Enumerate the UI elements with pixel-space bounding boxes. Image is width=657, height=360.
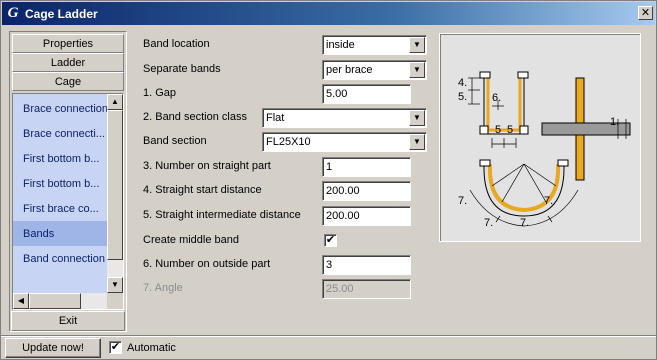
straight-intermediate-label: 5. Straight intermediate distance: [143, 209, 301, 221]
list-item-band-connection[interactable]: Band connection: [13, 246, 107, 271]
create-middle-band-label: Create middle band: [143, 234, 240, 246]
dimension-label-6: 6.: [492, 92, 501, 104]
dimension-label-4: 4.: [458, 77, 467, 89]
horizontal-scroll-thumb[interactable]: [29, 293, 81, 309]
separate-bands-label: Separate bands: [143, 63, 221, 75]
band-location-label: Band location: [143, 38, 210, 50]
cage-ladder-dialog: G Cage Ladder ✕ Properties Ladder Cage B…: [0, 0, 657, 360]
dimension-label-1: 1.: [610, 116, 619, 128]
footer-separator: [1, 335, 656, 337]
vertical-scrollbar[interactable]: ▲ ▼: [107, 94, 123, 293]
chevron-down-icon[interactable]: ▼: [409, 134, 425, 150]
scroll-left-icon[interactable]: ◀: [13, 293, 29, 309]
dimension-label-5b: 5: [495, 124, 501, 136]
dimension-label-5c: 5: [507, 124, 513, 136]
list-item-bands[interactable]: Bands: [13, 221, 107, 246]
close-button[interactable]: ✕: [638, 6, 653, 20]
sidebar: Properties Ladder Cage Brace connection …: [9, 31, 127, 332]
dimension-label-5: 5.: [458, 91, 467, 103]
dimension-label-7d: 7.: [544, 195, 553, 207]
nav-button-ladder[interactable]: Ladder: [12, 53, 124, 72]
band-section-class-select[interactable]: Flat ▼: [262, 108, 427, 128]
nav-button-cage[interactable]: Cage: [12, 72, 124, 91]
nav-button-properties[interactable]: Properties: [12, 34, 124, 53]
band-section-class-value: Flat: [266, 112, 285, 124]
angle-label: 7. Angle: [143, 282, 183, 294]
chevron-down-icon[interactable]: ▼: [409, 110, 425, 126]
separate-bands-value: per brace: [326, 64, 373, 76]
chevron-down-icon[interactable]: ▼: [409, 62, 425, 78]
scroll-up-icon[interactable]: ▲: [107, 94, 123, 110]
band-section-class-label: 2. Band section class: [143, 111, 247, 123]
vertical-scroll-thumb[interactable]: [107, 110, 123, 260]
dimension-label-7b: 7.: [484, 217, 493, 229]
gap-input[interactable]: 5.00: [322, 84, 411, 104]
update-now-button[interactable]: Update now!: [5, 338, 101, 358]
list-item-first-brace[interactable]: First brace co...: [13, 196, 107, 221]
exit-button[interactable]: Exit: [11, 311, 125, 331]
automatic-label: Automatic: [127, 342, 176, 354]
dimension-label-7a: 7.: [458, 195, 467, 207]
band-preview-diagram: 4. 5. 6. 5 5 1. 7. 7. 7. 7.: [439, 33, 641, 242]
cage-section-drawing: [468, 71, 529, 148]
number-outside-input[interactable]: 3: [322, 255, 411, 275]
straight-start-input[interactable]: 200.00: [322, 181, 411, 201]
list-item-brace-connection[interactable]: Brace connection: [13, 96, 107, 121]
chevron-down-icon[interactable]: ▼: [409, 37, 425, 53]
list-item-first-bottom-1[interactable]: First bottom b...: [13, 146, 107, 171]
scroll-down-icon[interactable]: ▼: [107, 277, 123, 293]
angle-input[interactable]: 25.00: [322, 279, 411, 299]
window-title: Cage Ladder: [25, 6, 98, 21]
dimension-label-7c: 7.: [520, 217, 529, 229]
title-bar[interactable]: G Cage Ladder ✕: [2, 2, 655, 25]
separate-bands-select[interactable]: per brace ▼: [322, 60, 427, 80]
number-straight-input[interactable]: 1: [322, 157, 411, 177]
gap-label: 1. Gap: [143, 87, 177, 99]
list-item-first-bottom-2[interactable]: First bottom b...: [13, 171, 107, 196]
number-straight-label: 3. Number on straight part: [143, 160, 271, 172]
ladder-side-drawing: [541, 77, 631, 181]
app-logo-icon: G: [7, 5, 19, 21]
straight-start-label: 4. Straight start distance: [143, 184, 262, 196]
scroll-corner: [107, 293, 123, 309]
straight-intermediate-input[interactable]: 200.00: [322, 206, 411, 226]
band-preview-svg: 4. 5. 6. 5 5 1. 7. 7. 7. 7.: [458, 71, 631, 229]
list-item-brace-connection-2[interactable]: Brace connecti...: [13, 121, 107, 146]
create-middle-band-checkbox[interactable]: ✔: [324, 234, 337, 247]
number-outside-label: 6. Number on outside part: [143, 258, 271, 270]
automatic-checkbox[interactable]: ✔: [109, 341, 122, 354]
band-section-value: FL25X10: [266, 136, 311, 148]
band-location-select[interactable]: inside ▼: [322, 35, 427, 55]
cage-section-list: Brace connection Brace connecti... First…: [12, 93, 124, 310]
band-section-select[interactable]: FL25X10 ▼: [262, 132, 427, 152]
band-location-value: inside: [326, 39, 355, 51]
band-section-label: Band section: [143, 135, 207, 147]
